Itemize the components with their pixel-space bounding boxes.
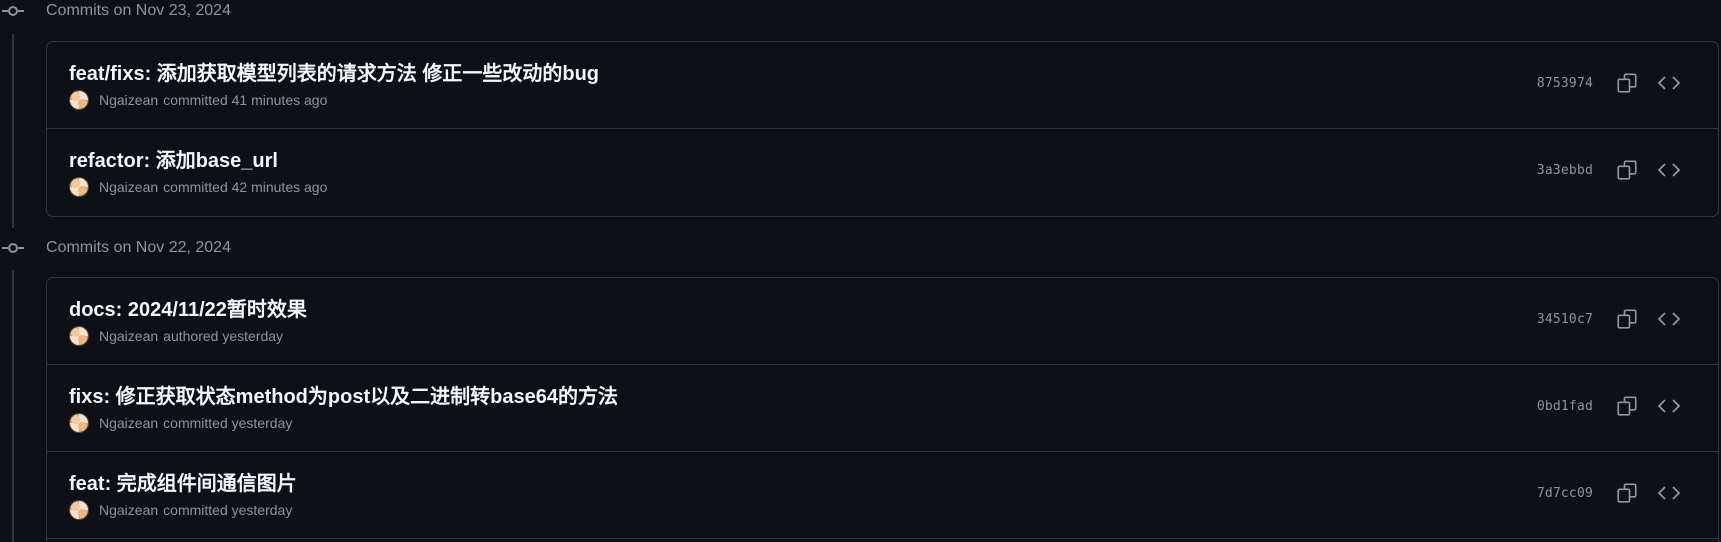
commit-author[interactable]: Ngaizean (99, 415, 158, 431)
avatar[interactable] (69, 413, 89, 433)
commit-time: yesterday (231, 502, 293, 518)
avatar[interactable] (69, 500, 89, 520)
commit-time: yesterday (231, 415, 293, 431)
commit-group-header: Commits on Nov 23, 2024 (0, 0, 231, 23)
copy-sha-button[interactable] (1613, 156, 1641, 184)
commit-sha-link[interactable]: 34510c7 (1537, 312, 1593, 327)
copy-icon (1617, 160, 1637, 180)
commit-time: 42 minutes ago (231, 179, 328, 195)
commit-group-title: Commits on Nov 23, 2024 (46, 2, 231, 19)
commit-author[interactable]: Ngaizean (99, 179, 158, 195)
commit-action: committed (163, 92, 228, 108)
browse-repo-button[interactable] (1655, 392, 1683, 420)
copy-sha-button[interactable] (1613, 392, 1641, 420)
code-icon (1658, 76, 1680, 90)
commit-author[interactable]: Ngaizean (99, 92, 158, 108)
commit-time: yesterday (222, 328, 284, 344)
commit-message-link[interactable]: feat: 完成组件间通信图片 (69, 467, 297, 496)
commit-row: feat/fixs: 添加获取模型列表的请求方法 修正一些改动的bug Ngai… (47, 42, 1718, 129)
browse-repo-button[interactable] (1655, 305, 1683, 333)
commit-author[interactable]: Ngaizean (99, 502, 158, 518)
copy-icon (1617, 483, 1637, 503)
commit-list: docs: 2024/11/22暂时效果 Ngaizean authored y… (46, 277, 1719, 542)
copy-icon (1617, 309, 1637, 329)
commit-sha-link[interactable]: 0bd1fad (1537, 399, 1593, 414)
code-icon (1658, 399, 1680, 413)
code-icon (1658, 163, 1680, 177)
browse-repo-button[interactable] (1655, 479, 1683, 507)
commit-row: docs: 2024/11/22暂时效果 Ngaizean authored y… (47, 278, 1718, 365)
timeline-line (12, 34, 14, 228)
commit-action: authored (163, 328, 219, 344)
commit-message-link[interactable]: fixs: 修正获取状态method为post以及二进制转base64的方法 (69, 380, 618, 409)
copy-sha-button[interactable] (1613, 305, 1641, 333)
commit-message-link[interactable]: feat/fixs: 添加获取模型列表的请求方法 修正一些改动的bug (69, 57, 599, 86)
git-commit-icon (0, 0, 26, 23)
commit-action: committed (163, 179, 228, 195)
commit-meta: Ngaizean authored yesterday (69, 326, 283, 346)
commit-message-link[interactable]: docs: 2024/11/22暂时效果 (69, 293, 307, 322)
commit-row: refactor: 添加base_url Ngaizean committed … (47, 129, 1718, 216)
avatar[interactable] (69, 326, 89, 346)
commit-meta: Ngaizean committed 41 minutes ago (69, 90, 327, 110)
commit-meta: Ngaizean committed 42 minutes ago (69, 177, 327, 197)
commit-sha-link[interactable]: 7d7cc09 (1537, 486, 1593, 501)
commit-list: feat/fixs: 添加获取模型列表的请求方法 修正一些改动的bug Ngai… (46, 41, 1719, 217)
copy-icon (1617, 396, 1637, 416)
commit-row: fixs: 修正获取状态method为post以及二进制转base64的方法 N… (47, 365, 1718, 452)
commit-action: committed (163, 415, 228, 431)
commit-sha-link[interactable]: 8753974 (1537, 76, 1593, 91)
commit-time: 41 minutes ago (231, 92, 328, 108)
commit-author[interactable]: Ngaizean (99, 328, 158, 344)
git-commit-icon (0, 236, 26, 260)
browse-repo-button[interactable] (1655, 69, 1683, 97)
commit-sha-link[interactable]: 3a3ebbd (1537, 163, 1593, 178)
avatar[interactable] (69, 177, 89, 197)
code-icon (1658, 312, 1680, 326)
commit-message-link[interactable]: refactor: 添加base_url (69, 144, 278, 173)
copy-icon (1617, 73, 1637, 93)
commit-history: Commits on Nov 23, 2024 feat/fixs: 添加获取模… (0, 0, 1721, 542)
commit-group-title: Commits on Nov 22, 2024 (46, 239, 231, 256)
commit-meta: Ngaizean committed yesterday (69, 413, 292, 433)
timeline-line (12, 270, 14, 542)
browse-repo-button[interactable] (1655, 156, 1683, 184)
copy-sha-button[interactable] (1613, 69, 1641, 97)
commit-meta: Ngaizean committed yesterday (69, 500, 292, 520)
commit-row: feat: 完成组件间通信图片 Ngaizean committed yeste… (47, 452, 1718, 539)
avatar[interactable] (69, 90, 89, 110)
copy-sha-button[interactable] (1613, 479, 1641, 507)
code-icon (1658, 486, 1680, 500)
commit-action: committed (163, 502, 228, 518)
commit-group-header: Commits on Nov 22, 2024 (0, 236, 231, 260)
